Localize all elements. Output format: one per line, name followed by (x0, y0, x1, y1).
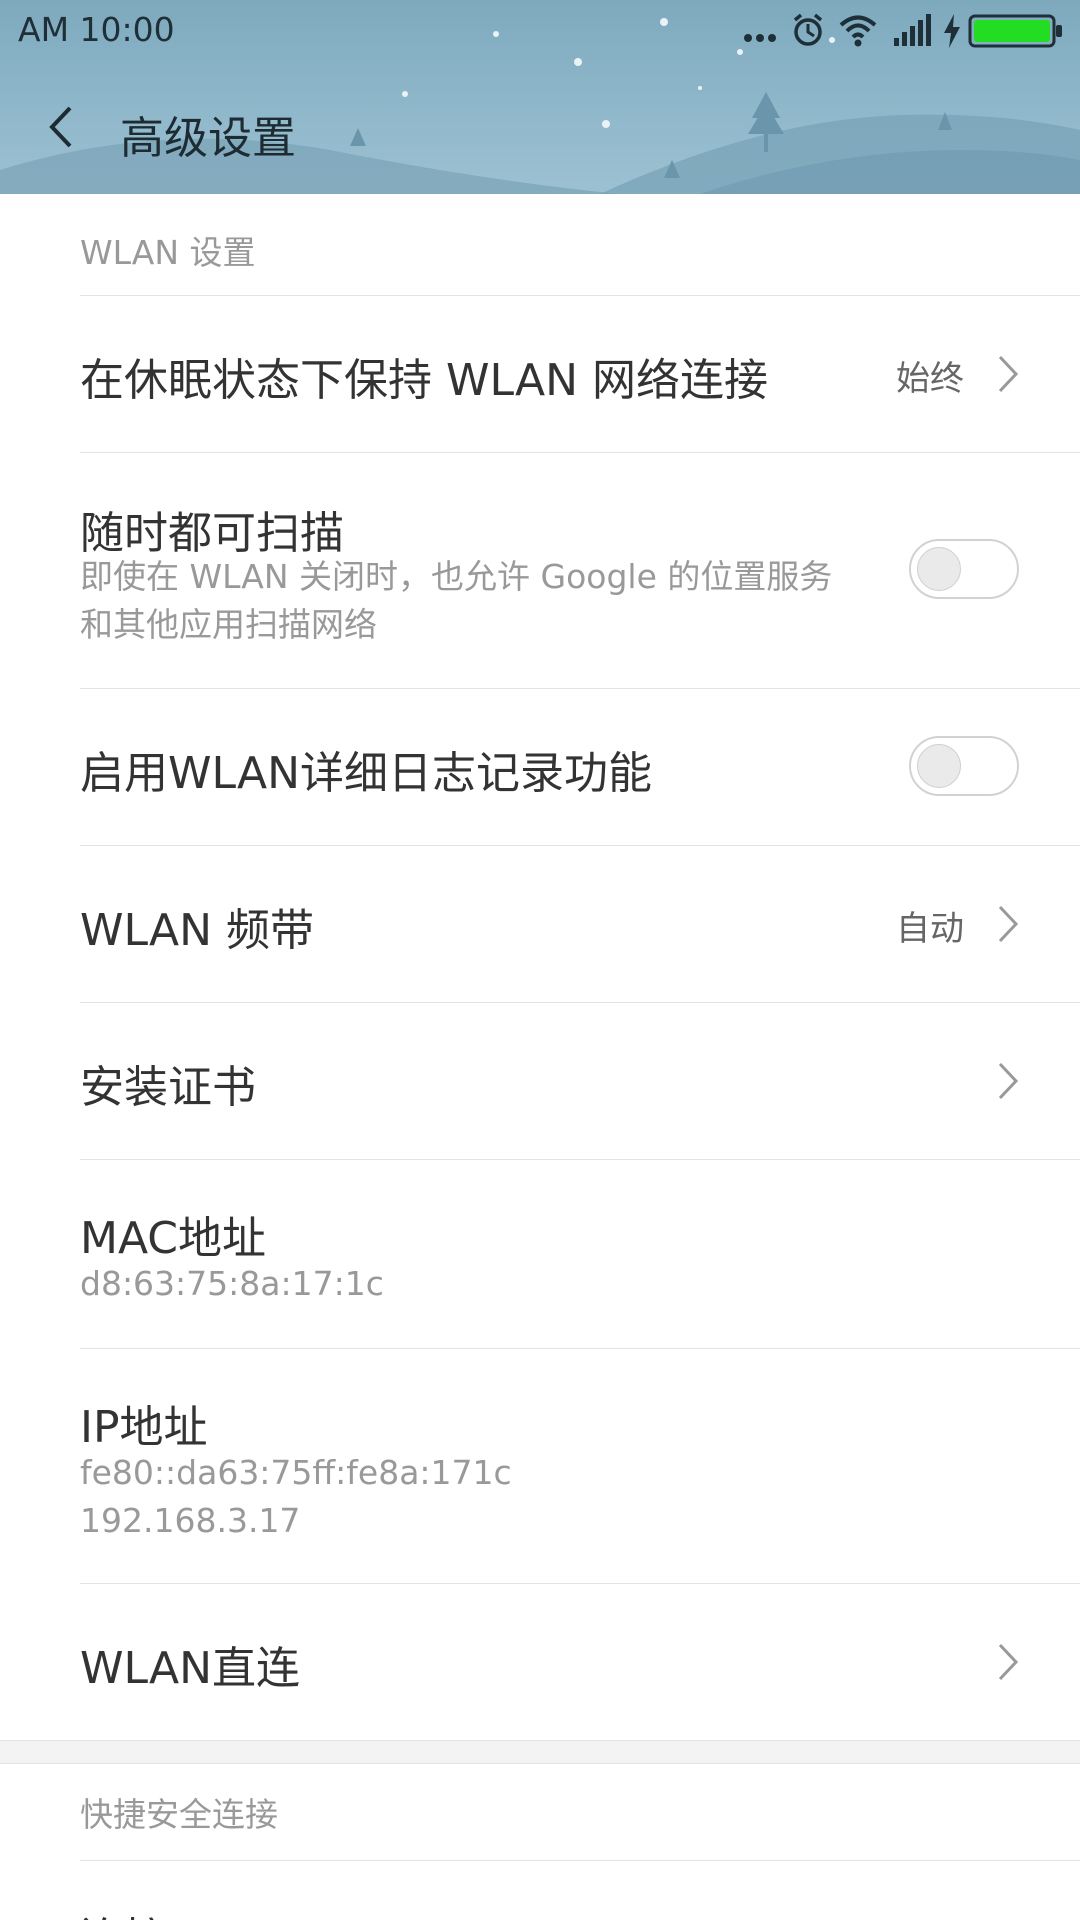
section-header-wlan-settings: WLAN 设置 (80, 233, 256, 272)
more-dots-icon (742, 12, 778, 54)
setting-item-title: IP地址 (80, 1402, 208, 1453)
setting-item-value: 始终 (896, 359, 964, 399)
page-title: 高级设置 (120, 113, 296, 164)
setting-item-install-cert[interactable]: 安装证书 (0, 1003, 1080, 1159)
verbose-log-toggle[interactable] (909, 736, 1019, 796)
back-arrow-icon[interactable] (40, 100, 90, 154)
setting-item-title: WLAN 频带 (80, 905, 315, 956)
status-bar: AM 10:00 (0, 0, 1080, 62)
setting-item-title: 在休眠状态下保持 WLAN 网络连接 (80, 355, 769, 406)
setting-item-always-scan[interactable]: 随时都可扫描 即使在 WLAN 关闭时，也允许 Google 的位置服务和其他应… (0, 453, 1080, 688)
section-separator (0, 1740, 1080, 1764)
setting-item-ip-address: IP地址 fe80::da63:75ff:fe8a:171c 192.168.3… (0, 1349, 1080, 1583)
chevron-right-icon (996, 1061, 1020, 1101)
setting-item-title: 连接WPS (80, 1903, 266, 1920)
mac-address-value: d8:63:75:8a:17:1c (80, 1264, 384, 1303)
setting-item-title: WLAN直连 (80, 1643, 301, 1694)
setting-item-subtitle: 即使在 WLAN 关闭时，也允许 Google 的位置服务和其他应用扫描网络 (80, 557, 833, 644)
signal-icon (892, 12, 932, 54)
setting-item-title: 启用WLAN详细日志记录功能 (80, 748, 653, 799)
setting-item-verbose-log[interactable]: 启用WLAN详细日志记录功能 (0, 689, 1080, 845)
chevron-right-icon (996, 904, 1020, 944)
setting-item-title: 安装证书 (80, 1062, 256, 1113)
battery-icon (968, 12, 1064, 54)
alarm-icon (790, 12, 826, 54)
always-scan-toggle[interactable] (909, 539, 1019, 599)
chevron-right-icon (996, 354, 1020, 394)
wifi-icon (838, 12, 878, 54)
toggle-knob (917, 744, 961, 788)
header: AM 10:00 高级设置 (0, 0, 1080, 194)
ipv6-address-value: fe80::da63:75ff:fe8a:171c (80, 1453, 512, 1492)
ipv4-address-value: 192.168.3.17 (80, 1501, 301, 1540)
setting-item-title: MAC地址 (80, 1213, 267, 1264)
chevron-right-icon (996, 1642, 1020, 1682)
setting-item-title: 随时都可扫描 (80, 508, 344, 559)
setting-item-wlan-band[interactable]: WLAN 频带 自动 (0, 846, 1080, 1002)
charging-icon (940, 12, 964, 54)
section-header-quick-connect: 快捷安全连接 (80, 1795, 278, 1834)
setting-item-value: 自动 (896, 909, 964, 949)
setting-item-wps[interactable]: 连接WPS (0, 1861, 1080, 1920)
setting-item-mac-address: MAC地址 d8:63:75:8a:17:1c (0, 1160, 1080, 1348)
setting-item-keep-wlan[interactable]: 在休眠状态下保持 WLAN 网络连接 始终 (0, 296, 1080, 452)
toggle-knob (917, 547, 961, 591)
status-time: AM 10:00 (18, 10, 175, 49)
setting-item-wlan-direct[interactable]: WLAN直连 (0, 1584, 1080, 1740)
